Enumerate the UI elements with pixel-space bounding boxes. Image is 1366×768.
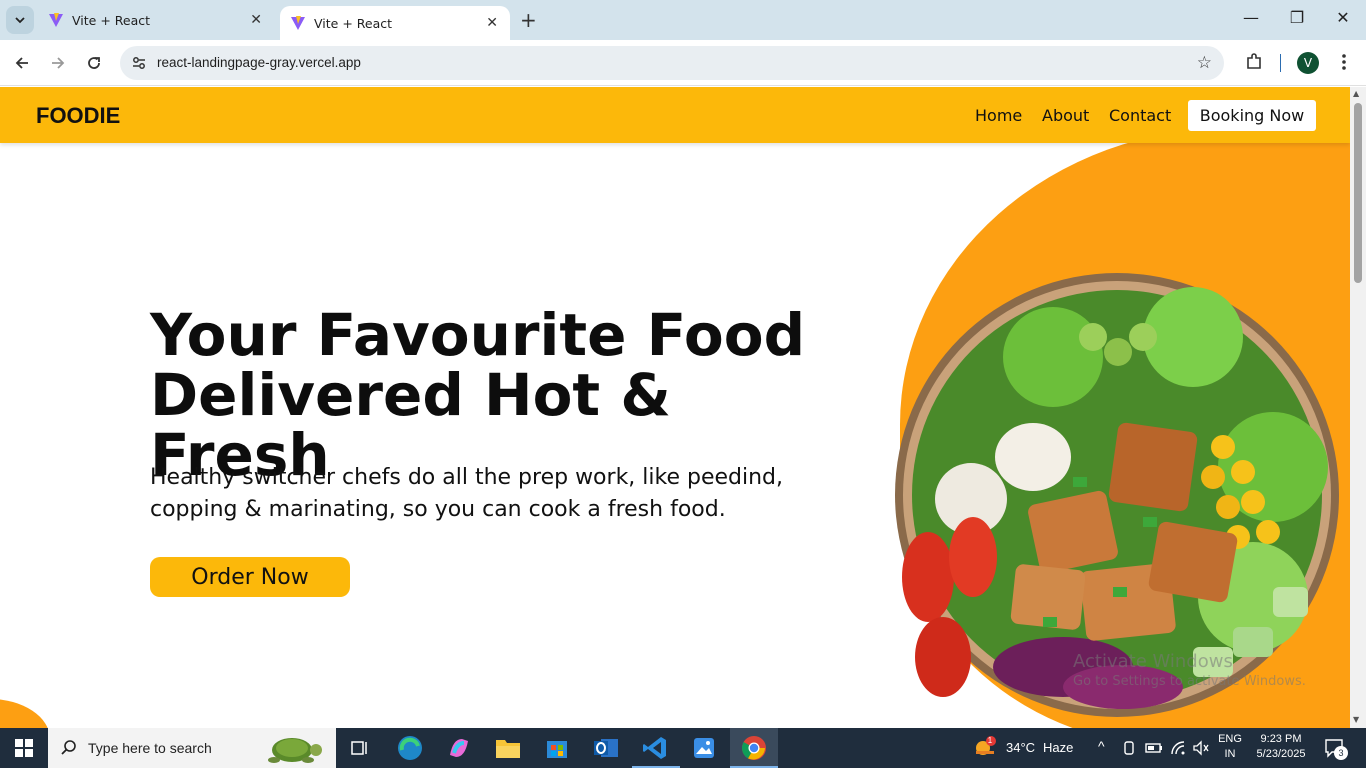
booking-now-button[interactable]: Booking Now [1188,100,1316,131]
tab-title: Vite + React [314,15,393,31]
show-hidden-icons-button[interactable]: ^ [1098,738,1105,754]
task-view-button[interactable] [346,734,374,762]
tab-title: Vite + React [72,12,151,28]
nav-contact-link[interactable]: Contact [1109,106,1171,125]
folder-icon [496,740,520,758]
store-icon [547,741,567,758]
outlook-app[interactable] [592,734,620,762]
taskbar-search-box[interactable]: Type here to search [48,728,336,768]
back-button[interactable] [10,51,34,75]
nav-home-link[interactable]: Home [975,106,1022,125]
browser-toolbar: react-landingpage-gray.vercel.app ☆ [0,40,1366,86]
tab-2[interactable]: Vite + React ✕ [280,6,510,40]
hero-title-line-1: Your Favourite Food [150,301,806,369]
scroll-up-arrow-icon[interactable]: ▲ [1353,89,1359,98]
tab-close-icon[interactable]: ✕ [486,15,498,31]
watermark-title: Activate Windows [1073,651,1233,672]
turtle-icon [268,738,322,763]
search-icon [61,740,76,755]
outlook-icon [594,739,618,757]
extensions-icon[interactable] [1244,52,1264,72]
store-app[interactable] [543,734,571,762]
food-bowl-image [895,273,1339,717]
photos-app[interactable] [690,734,718,762]
site-settings-icon[interactable] [130,54,148,72]
order-now-button[interactable]: Order Now [150,557,350,597]
reload-icon [88,57,100,69]
copilot-app[interactable] [445,734,473,762]
chevron-down-icon [15,17,25,24]
webpage: FOODIE Home About Contact Booking Now Yo… [0,87,1350,728]
forward-button[interactable] [46,51,70,75]
language-indicator[interactable]: ENG IN [1212,733,1248,760]
toolbar-divider [1280,54,1281,72]
photos-icon [694,738,714,758]
windows-taskbar: Type here to search 1 34°C Haze ^ ENG IN [0,728,1366,768]
language-code: ENG [1218,733,1242,745]
activate-windows-watermark: Activate Windows Go to Settings to activ… [1073,651,1306,689]
tab-search-button[interactable] [6,6,34,34]
decorative-blob-corner [0,699,50,728]
hero-title: Your Favourite Food Delivered Hot & Fres… [150,305,830,485]
vite-icon [49,13,63,27]
scroll-down-arrow-icon[interactable]: ▼ [1353,715,1359,724]
chrome-icon [741,736,766,760]
tab-1[interactable]: Vite + React ✕ [38,0,274,40]
battery-icon[interactable] [1145,742,1163,754]
site-logo[interactable]: FOODIE [36,103,120,129]
tab-strip: Vite + React ✕ Vite + React ✕ + — ❐ ✕ [0,0,1366,40]
notification-count-badge: 3 [1334,746,1348,760]
more-menu-icon[interactable] [1335,52,1353,72]
windows-logo-icon [15,739,33,757]
watermark-subtitle: Go to Settings to activate Windows. [1073,674,1306,689]
device-icon[interactable] [1122,740,1136,756]
search-placeholder: Type here to search [88,740,212,756]
profile-avatar[interactable]: V [1297,52,1319,74]
copilot-icon [450,739,468,757]
close-window-button[interactable]: ✕ [1320,8,1366,27]
weather-text[interactable]: Haze [1043,740,1073,755]
hero-subtitle: Healthy switcher chefs do all the prep w… [150,465,784,522]
volume-muted-icon[interactable] [1192,740,1210,756]
arrow-left-icon [15,57,28,69]
restore-button[interactable]: ❐ [1274,8,1320,27]
vscode-icon [643,737,666,759]
url-text: react-landingpage-gray.vercel.app [157,55,361,70]
file-explorer-app[interactable] [494,734,522,762]
page-scrollbar[interactable]: ▲ ▼ [1350,87,1366,728]
scrollbar-thumb[interactable] [1354,103,1362,283]
nav-about-link[interactable]: About [1042,106,1089,125]
arrow-right-icon [52,57,65,69]
weather-temp[interactable]: 34°C [1006,740,1035,755]
bookmark-star-icon[interactable]: ☆ [1197,53,1212,73]
clock[interactable]: 9:23 PM 5/23/2025 [1250,733,1312,760]
vscode-app[interactable] [641,734,669,762]
clock-time: 9:23 PM [1260,733,1302,745]
reload-button[interactable] [82,51,106,75]
site-navbar: FOODIE Home About Contact Booking Now [0,87,1350,143]
edge-icon [398,736,422,760]
minimize-button[interactable]: — [1228,8,1274,27]
address-bar[interactable]: react-landingpage-gray.vercel.app ☆ [120,46,1224,80]
chrome-app[interactable] [740,734,768,762]
edge-app[interactable] [396,734,424,762]
wifi-icon[interactable] [1170,740,1186,756]
task-view-icon [351,741,367,755]
new-tab-button[interactable]: + [520,8,537,32]
language-region: IN [1224,748,1236,760]
weather-alert-badge: 1 [987,736,993,745]
start-button[interactable] [0,728,48,768]
vite-icon [291,16,305,30]
clock-date: 5/23/2025 [1256,748,1306,760]
tab-close-icon[interactable]: ✕ [250,12,262,28]
